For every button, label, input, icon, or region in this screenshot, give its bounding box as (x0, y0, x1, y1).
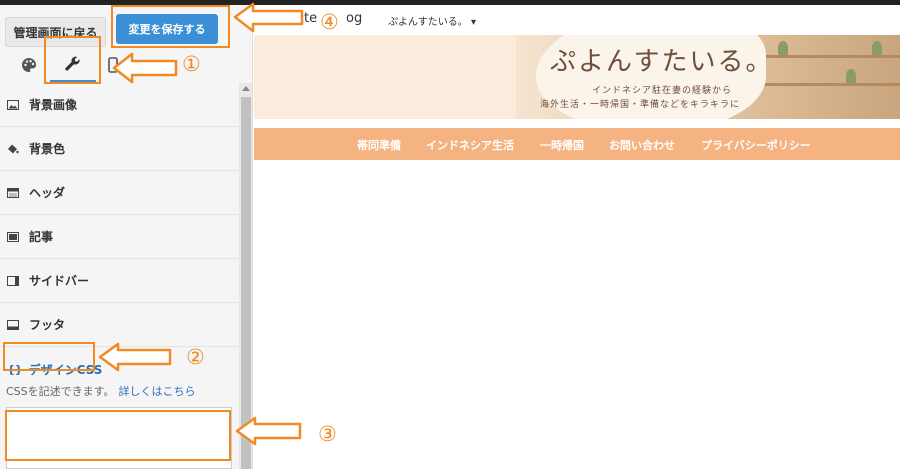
arrow-1 (112, 52, 178, 84)
annotation-number-4: ④ (320, 10, 339, 34)
arrow-2 (98, 342, 172, 372)
annotation-number-2: ② (186, 345, 205, 369)
arrow-3 (235, 416, 302, 446)
arrow-4 (233, 2, 304, 33)
annotation-arrows (98, 2, 304, 446)
annotation-number-1: ① (182, 52, 201, 76)
annotation-number-3: ③ (318, 422, 337, 446)
